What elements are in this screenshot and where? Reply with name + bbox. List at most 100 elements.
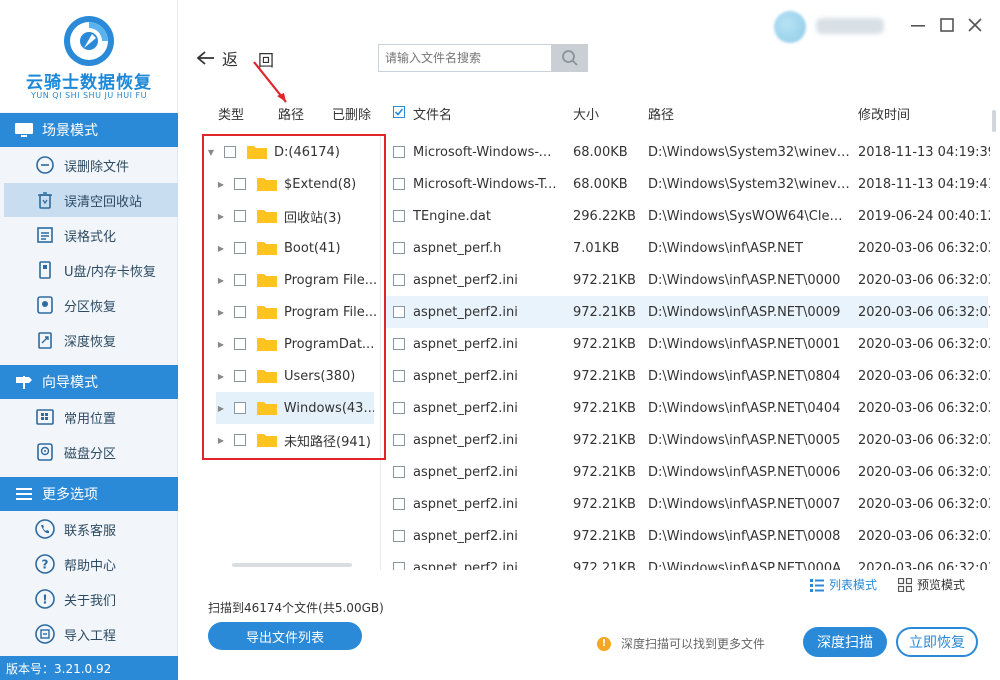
tree-checkbox[interactable] [224,146,236,158]
tree-checkbox[interactable] [234,178,246,190]
table-row[interactable]: aspnet_perf2.ini 972.21KB D:\Windows\inf… [386,520,990,552]
tree-horizontal-scrollbar[interactable] [232,563,352,567]
table-row[interactable]: Microsoft-Windows-Win... 68.00KB D:\Wind… [386,136,990,168]
expand-icon[interactable]: ▶ [216,340,226,349]
row-checkbox[interactable] [393,210,405,222]
tree-item-extend[interactable]: ▶ $Extend(8) [216,168,386,200]
tree-item-programdata[interactable]: ▶ ProgramDat... [216,328,386,360]
back-button[interactable]: 返 [196,44,238,72]
col-modified-header[interactable]: 修改时间 [858,104,910,123]
nav-item-import-project[interactable]: 导入工程 [0,617,178,651]
user-avatar[interactable] [774,11,806,43]
cell-time: 2020-03-06 06:32:03 [858,272,990,288]
table-row[interactable]: aspnet_perf2.ini 972.21KB D:\Windows\inf… [386,328,990,360]
expand-icon[interactable]: ▶ [216,436,226,445]
row-checkbox[interactable] [393,530,405,542]
search-button[interactable] [552,44,588,72]
tab-deleted[interactable]: 已删除 [332,104,371,123]
table-row[interactable]: aspnet_perf2.ini 972.21KB D:\Windows\inf… [386,552,990,570]
list-mode-button[interactable]: 列表模式 [810,576,877,593]
row-checkbox[interactable] [393,178,405,190]
preview-mode-button[interactable]: 预览模式 [898,576,965,593]
expand-icon[interactable]: ▶ [216,212,226,221]
tree-item-recycle[interactable]: ▶ 回收站(3) [216,200,386,232]
tree-checkbox[interactable] [234,210,246,222]
col-size-header[interactable]: 大小 [573,104,599,123]
row-checkbox[interactable] [393,306,405,318]
table-row[interactable]: aspnet_perf2.ini 972.21KB D:\Windows\inf… [386,296,990,328]
row-checkbox[interactable] [393,498,405,510]
tree-item-unknown-path[interactable]: ▶ 未知路径(941) [216,424,386,456]
file-table-scrollbar[interactable] [992,110,996,132]
deep-scan-button[interactable]: 深度扫描 [803,627,887,657]
nav-item-deep-recovery[interactable]: 深度恢复 [0,323,178,357]
tree-checkbox[interactable] [234,434,246,446]
close-button[interactable] [964,14,986,36]
search-input[interactable] [378,44,552,72]
table-row[interactable]: aspnet_perf2.ini 972.21KB D:\Windows\inf… [386,392,990,424]
tree-item-windows[interactable]: ▶ Windows(43... [216,392,374,424]
tree-checkbox[interactable] [234,370,246,382]
tree-checkbox[interactable] [234,274,246,286]
nav-item-partition-recovery[interactable]: 分区恢复 [0,288,178,322]
version-label: 版本号：3.21.0.92 [0,656,178,680]
expand-icon[interactable]: ▶ [216,404,226,413]
maximize-button[interactable] [936,14,958,36]
export-file-list-button[interactable]: 导出文件列表 [208,622,362,650]
nav-item-disk-partition[interactable]: 磁盘分区 [0,435,178,469]
tab-type[interactable]: 类型 [218,104,244,123]
table-row[interactable]: aspnet_perf2.ini 972.21KB D:\Windows\inf… [386,488,990,520]
tree-checkbox[interactable] [234,306,246,318]
table-row[interactable]: aspnet_perf.h 7.01KB D:\Windows\inf\ASP.… [386,232,990,264]
table-row[interactable]: Microsoft-Windows-Ter... 68.00KB D:\Wind… [386,168,990,200]
tree-checkbox[interactable] [234,242,246,254]
table-row[interactable]: aspnet_perf2.ini 972.21KB D:\Windows\inf… [386,424,990,456]
nav-item-usb-recovery[interactable]: U盘/内存卡恢复 [0,253,178,287]
row-checkbox[interactable] [393,402,405,414]
tree-checkbox[interactable] [234,338,246,350]
tree-item-boot[interactable]: ▶ Boot(41) [216,232,386,264]
row-checkbox[interactable] [393,242,405,254]
back-label-2[interactable]: 回 [258,47,274,71]
col-path-header[interactable]: 路径 [648,104,674,123]
nav-item-help-center[interactable]: ? 帮助中心 [0,547,178,581]
expand-icon[interactable]: ▶ [216,276,226,285]
recover-now-button[interactable]: 立即恢复 [896,627,978,657]
tree-item-program-files[interactable]: ▶ Program File... [216,264,386,296]
row-checkbox[interactable] [393,562,405,570]
table-row[interactable]: aspnet_perf2.ini 972.21KB D:\Windows\inf… [386,264,990,296]
folder-icon [257,306,277,319]
row-checkbox[interactable] [393,146,405,158]
username-blurred[interactable] [816,18,884,34]
tree-item-program-files-x86[interactable]: ▶ Program File... [216,296,386,328]
table-row[interactable]: aspnet_perf2.ini 972.21KB D:\Windows\inf… [386,360,990,392]
nav-item-recycle-bin[interactable]: 误清空回收站 [4,183,178,217]
tree-item-users[interactable]: ▶ Users(380) [216,360,386,392]
row-checkbox[interactable] [393,274,405,286]
nav-item-deleted-files[interactable]: 误删除文件 [0,148,178,182]
row-checkbox[interactable] [393,466,405,478]
row-checkbox[interactable] [393,338,405,350]
svg-text:?: ? [42,558,49,572]
tree-checkbox[interactable] [233,402,246,414]
row-checkbox[interactable] [393,434,405,446]
expand-icon[interactable]: ▶ [216,244,226,253]
tab-path[interactable]: 路径 [278,104,304,123]
expand-icon[interactable]: ▶ [216,372,226,381]
select-all-checkbox[interactable] [393,106,405,118]
expand-icon[interactable]: ▶ [216,308,226,317]
expand-icon[interactable]: ▶ [216,180,226,189]
collapse-icon[interactable]: ▼ [206,148,216,157]
nav-item-about-us[interactable]: ! 关于我们 [0,582,178,616]
nav-item-common-locations[interactable]: 常用位置 [0,400,178,434]
nav-label: 帮助中心 [64,558,117,574]
nav-item-format[interactable]: 误格式化 [0,218,178,252]
row-checkbox[interactable] [393,370,405,382]
tree-item-drive-d[interactable]: ▼ D:(46174) [206,136,376,168]
minimize-button[interactable] [907,14,929,36]
table-row[interactable]: aspnet_perf2.ini 972.21KB D:\Windows\inf… [386,456,990,488]
col-name-header[interactable]: 文件名 [413,104,452,123]
folder-icon [256,402,277,415]
nav-item-contact-support[interactable]: 联系客服 [0,512,178,546]
table-row[interactable]: TEngine.dat 296.22KB D:\Windows\SysWOW64… [386,200,990,232]
